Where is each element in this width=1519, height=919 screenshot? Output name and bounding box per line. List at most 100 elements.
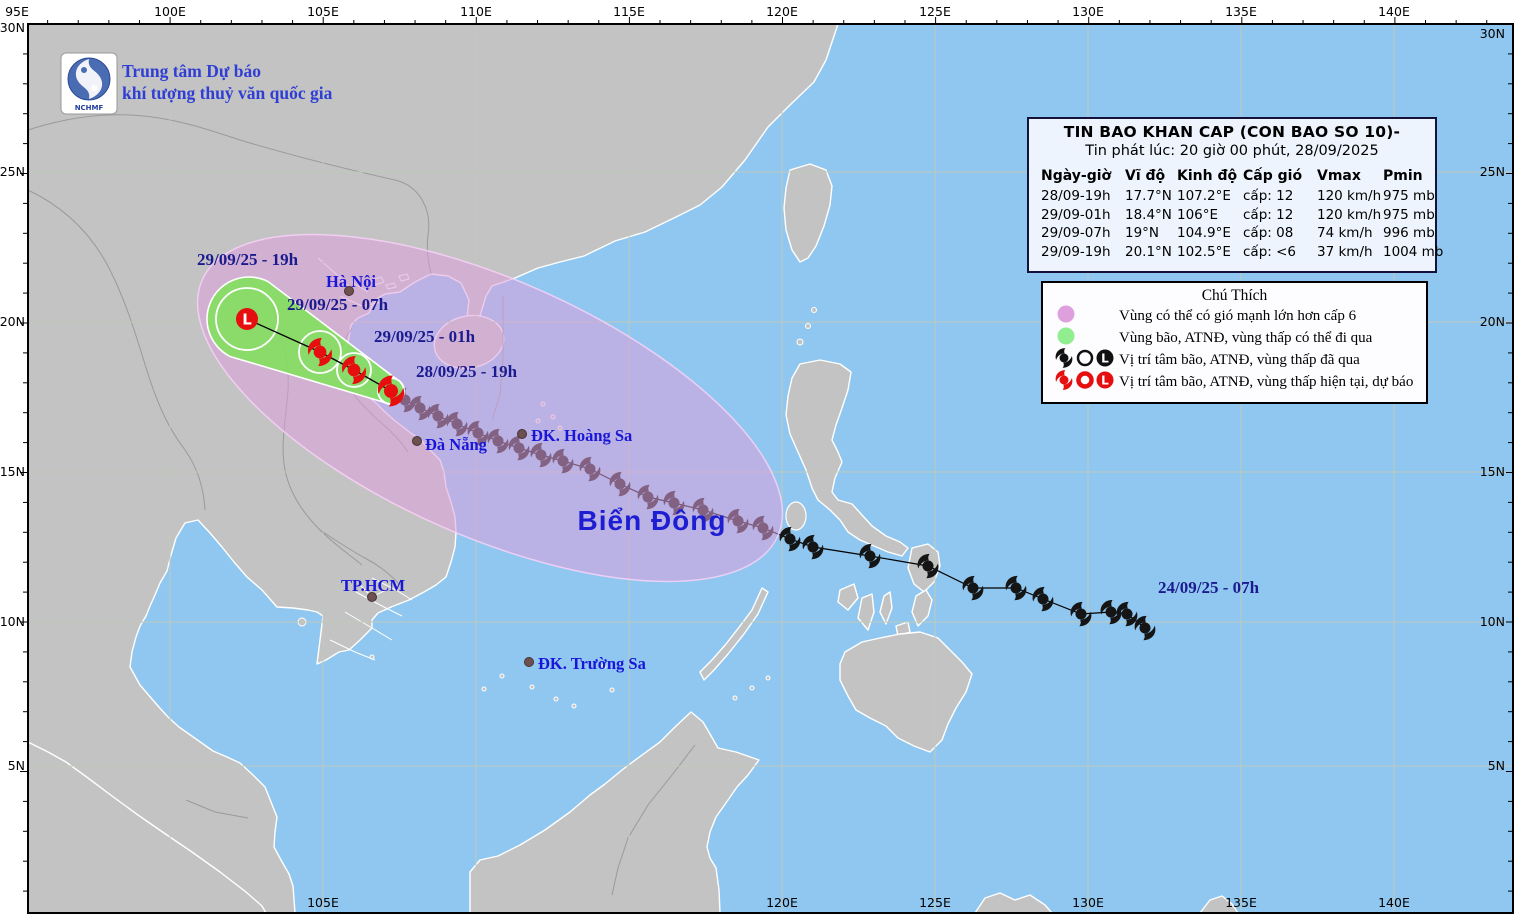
islet bbox=[499, 673, 505, 679]
table-header-cell: Kinh độ bbox=[1177, 168, 1238, 184]
axis-label-left: 25N bbox=[0, 164, 25, 179]
legend-item: Vùng bão, ATNĐ, vùng thấp có thể đi qua bbox=[1043, 327, 1426, 349]
axis-label-left: 20N bbox=[0, 314, 25, 329]
table-cell: 17.7°N bbox=[1125, 188, 1172, 204]
table-cell: 120 km/h bbox=[1317, 206, 1382, 223]
axis-label-right: 25N bbox=[1480, 164, 1505, 179]
low-marker-letter: L bbox=[1101, 352, 1109, 366]
axis-label-top: 100E bbox=[154, 4, 186, 19]
table-cell: 996 mb bbox=[1383, 225, 1435, 241]
table-cell: 28/09-19h bbox=[1041, 188, 1111, 204]
axis-label-bottom: 105E bbox=[307, 895, 339, 910]
axis-label-left: 5N bbox=[8, 758, 25, 773]
table-cell: 37 km/h bbox=[1317, 243, 1373, 260]
table-cell: 19°N bbox=[1125, 225, 1160, 241]
table-header-cell: Vĩ độ bbox=[1125, 168, 1166, 184]
track-time-label: 24/09/25 - 07h bbox=[1158, 578, 1260, 597]
islet bbox=[805, 323, 811, 329]
table-cell: 29/09-07h bbox=[1041, 225, 1111, 241]
current-typhoon-icon bbox=[1055, 370, 1073, 390]
green-area-icon bbox=[1057, 327, 1075, 345]
legend-item: L Vị trí tâm bão, ATNĐ, vùng thấp đã qua bbox=[1043, 348, 1426, 371]
city-label: Hà Nội bbox=[326, 272, 376, 291]
legend-item: L Vị trí tâm bão, ATNĐ, vùng thấp hiện tạ… bbox=[1043, 369, 1426, 395]
forecast-table-row: 29/09-07h 19°N 104.9°E cấp: 08 74 km/h 996 mb bbox=[1041, 224, 1435, 243]
legend-item-label: Vị trí tâm bão, ATNĐ, vùng thấp hiện tại… bbox=[1119, 373, 1414, 390]
city-dot bbox=[412, 436, 422, 446]
axis-label-left: 30N bbox=[0, 20, 25, 35]
legend-item-icon: L bbox=[1053, 369, 1119, 395]
low-marker-letter: L bbox=[1101, 374, 1109, 388]
city-dot bbox=[524, 657, 534, 667]
forecast-table-row: 29/09-19h 20.1°N 102.5°E cấp: <6 37 km/h 1004… bbox=[1041, 243, 1444, 262]
low-pressure-marker: L bbox=[236, 308, 258, 330]
islet bbox=[571, 703, 577, 709]
islet bbox=[481, 686, 487, 692]
axis-label-top: 105E bbox=[307, 4, 339, 19]
table-cell: 104.9°E bbox=[1177, 225, 1231, 241]
storm-bulletin-title: TIN BAO KHAN CAP (CON BAO SO 10)- bbox=[1063, 123, 1401, 141]
svg-text:L: L bbox=[242, 311, 252, 329]
table-cell: 106°E bbox=[1177, 206, 1219, 223]
axis-label-top: 140E bbox=[1378, 4, 1410, 19]
axis-label-bottom: 135E bbox=[1225, 895, 1257, 910]
axis-label-bottom: 130E bbox=[1072, 895, 1104, 910]
islet bbox=[749, 685, 755, 691]
legend-item-label: Vùng có thể có gió mạnh lớn hơn cấp 6 bbox=[1119, 307, 1357, 324]
islet bbox=[796, 338, 804, 346]
table-cell: 120 km/h bbox=[1317, 188, 1382, 204]
forecast-table-row: 29/09-01h 18.4°N 106°E cấp: 12 120 km/h 975 m… bbox=[1041, 206, 1435, 225]
city-label: Đà Nẵng bbox=[425, 435, 488, 454]
nchmf-logo: NCHMF bbox=[60, 52, 118, 119]
axis-label-right: 30N bbox=[1480, 26, 1505, 41]
legend-item: Vùng có thể có gió mạnh lớn hơn cấp 6 bbox=[1043, 305, 1426, 327]
agency-name-line1: Trung tâm Dự báo bbox=[122, 61, 262, 81]
storm-bulletin-box: TIN BAO KHAN CAP (CON BAO SO 10)- Tin ph… bbox=[1027, 117, 1444, 273]
storm-bulletin-issued: Tin phát lúc: 20 giờ 00 phút, 28/09/2025 bbox=[1085, 143, 1379, 159]
islet bbox=[811, 307, 817, 313]
table-cell: 1004 mb bbox=[1383, 243, 1444, 260]
table-cell: 29/09-01h bbox=[1041, 206, 1111, 223]
nchmf-logo-text: NCHMF bbox=[75, 104, 104, 112]
legend-item-label: Vùng bão, ATNĐ, vùng thấp có thể đi qua bbox=[1119, 329, 1373, 346]
sea-name-label: Biển Đông bbox=[578, 505, 727, 536]
city-label: TP.HCM bbox=[341, 576, 405, 595]
circle-marker-icon bbox=[1076, 371, 1094, 389]
axis-label-top: 95E bbox=[5, 4, 29, 19]
axis-label-bottom: 140E bbox=[1378, 895, 1410, 910]
weather-map-screen: { "colors": { "sea": "#90C7F0", "land": … bbox=[0, 0, 1519, 919]
axis-label-bottom: 125E bbox=[919, 895, 951, 910]
axis-label-top: 115E bbox=[613, 4, 645, 19]
table-cell: 18.4°N bbox=[1125, 206, 1172, 223]
islet bbox=[529, 684, 535, 690]
table-cell: cấp: 12 bbox=[1243, 188, 1294, 204]
axis-label-left: 15N bbox=[0, 464, 25, 479]
forecast-table-header: Ngày-giờ Vĩ độ Kinh độ Cấp gió Vmax Pmin bbox=[1041, 166, 1435, 187]
track-time-label: 29/09/25 - 19h bbox=[197, 250, 299, 269]
axis-label-top: 135E bbox=[1225, 4, 1257, 19]
track-time-label: 29/09/25 - 07h bbox=[287, 295, 389, 314]
axis-label-top: 125E bbox=[919, 4, 951, 19]
landmass bbox=[785, 501, 807, 531]
axis-label-right: 15N bbox=[1480, 464, 1505, 479]
axis-label-bottom: 120E bbox=[766, 895, 798, 910]
legend-item-label: Vị trí tâm bão, ATNĐ, vùng thấp đã qua bbox=[1119, 351, 1360, 368]
axis-label-right: 10N bbox=[1480, 614, 1505, 629]
city-label: ĐK. Hoàng Sa bbox=[531, 426, 632, 445]
table-header-cell: Vmax bbox=[1317, 168, 1361, 184]
past-typhoon-icon bbox=[1055, 348, 1073, 368]
axis-label-top: 110E bbox=[460, 4, 492, 19]
table-header-cell: Ngày-giờ bbox=[1041, 168, 1112, 184]
table-cell: 975 mb bbox=[1383, 188, 1435, 204]
axis-label-top: 120E bbox=[766, 4, 798, 19]
circle-marker-icon bbox=[1076, 349, 1094, 367]
city-dot bbox=[517, 429, 527, 439]
axis-label-right: 20N bbox=[1480, 314, 1505, 329]
track-time-label: 29/09/25 - 01h bbox=[374, 327, 476, 346]
nchmf-logo-graphic: NCHMF bbox=[60, 52, 118, 115]
table-cell: cấp: 12 bbox=[1243, 206, 1294, 223]
margin bbox=[0, 0, 1519, 24]
table-header-cell: Pmin bbox=[1383, 168, 1423, 184]
legend-box: Chú Thích Vùng có thể có gió mạnh lớn hơ… bbox=[1041, 281, 1428, 404]
table-cell: cấp: 08 bbox=[1243, 225, 1294, 241]
